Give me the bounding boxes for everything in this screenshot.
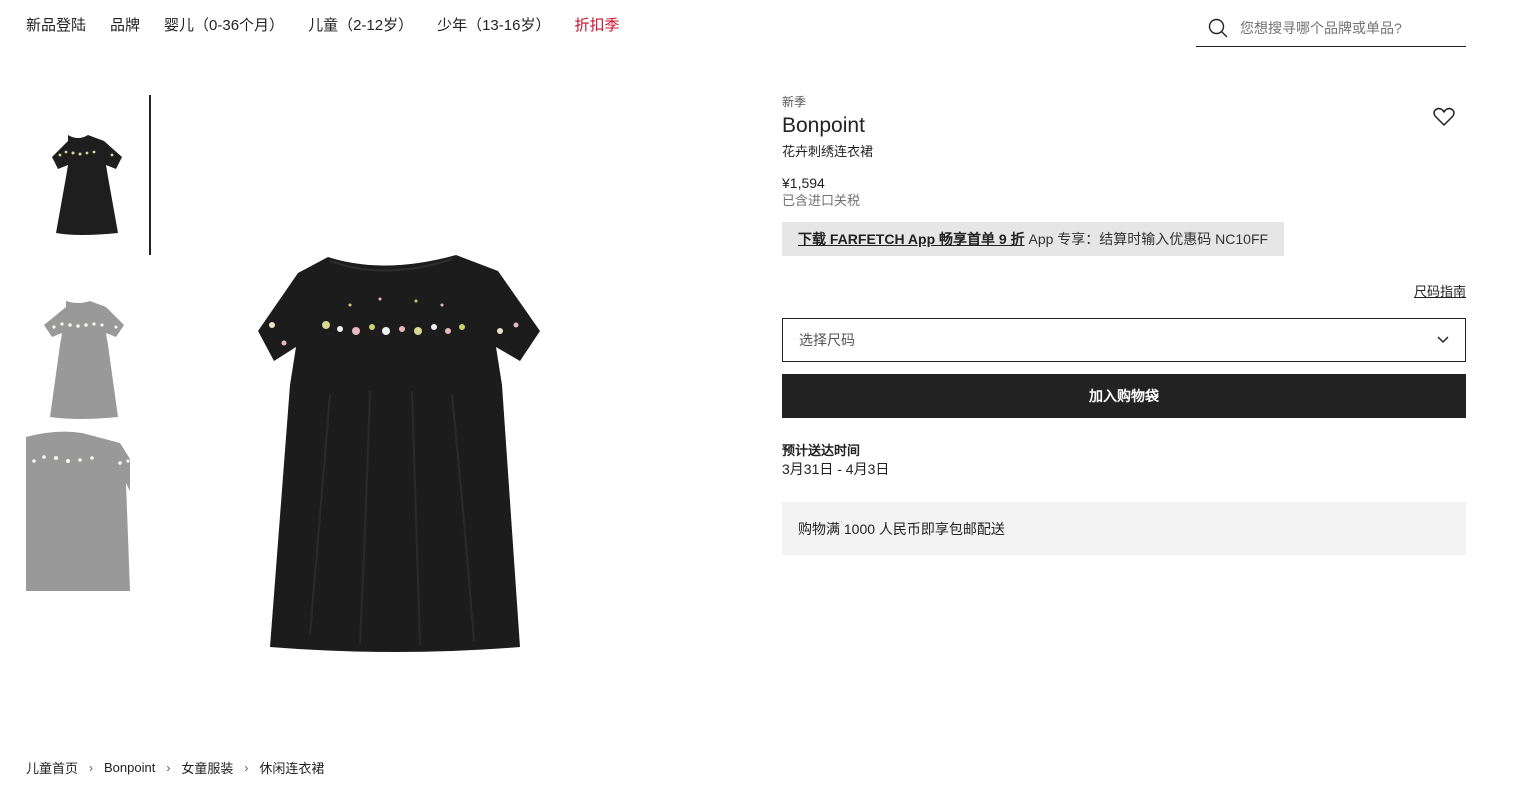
free-shipping-text: 购物满 1000 人民币即享包邮配送 [798, 520, 1005, 537]
breadcrumb-separator: › [166, 760, 171, 775]
search-bar[interactable] [1196, 10, 1466, 47]
thumbnail-front[interactable] [26, 95, 130, 255]
breadcrumb-item-kids-home[interactable]: 儿童首页 [26, 758, 78, 777]
nav-item-sale[interactable]: 折扣季 [574, 14, 619, 35]
brand-name[interactable]: Bonpoint [782, 113, 1466, 139]
nav-item-teens[interactable]: 少年（13-16岁） [437, 14, 550, 35]
nav-item-kids[interactable]: 儿童（2-12岁） [308, 14, 413, 35]
breadcrumb-item-brand[interactable]: Bonpoint [104, 760, 155, 775]
nav-item-baby[interactable]: 婴儿（0-36个月） [164, 14, 284, 35]
search-input[interactable] [1240, 20, 1450, 36]
promo-banner: 下载 FARFETCH App 畅享首单 9 折 App 专享：结算时输入优惠码… [782, 222, 1285, 256]
free-shipping-note: 购物满 1000 人民币即享包邮配送 [782, 502, 1466, 555]
breadcrumb: 儿童首页 › Bonpoint › 女童服装 › 休闲连衣裙 [26, 758, 324, 777]
size-select[interactable]: 选择尺码 [782, 318, 1466, 362]
chevron-down-icon [1437, 336, 1449, 344]
promo-text: App 专享：结算时输入优惠码 NC10FF [1024, 231, 1269, 247]
thumbnail-back[interactable] [26, 271, 130, 431]
delivery-title: 预计送达时间 [782, 443, 861, 458]
dress-detail-thumbnail-icon [26, 431, 130, 591]
search-icon[interactable] [1208, 18, 1228, 38]
breadcrumb-item-casual-dresses[interactable]: 休闲连衣裙 [259, 758, 324, 777]
delivery-date: 3月31日 - 4月3日 [782, 461, 890, 477]
heart-icon[interactable] [1432, 105, 1456, 129]
new-season-label: 新季 [782, 95, 807, 109]
size-select-label: 选择尺码 [799, 332, 855, 348]
product-description: 花卉刺绣连衣裙 [782, 144, 874, 159]
product-info: 新季 Bonpoint 花卉刺绣连衣裙 ¥1,594 已含进口关税 下载 FAR… [782, 95, 1466, 555]
breadcrumb-separator: › [89, 760, 94, 775]
dress-image-icon [258, 255, 540, 652]
dress-front-thumbnail-icon [52, 135, 122, 235]
main-product-image[interactable] [180, 95, 620, 695]
add-to-bag-button[interactable]: 加入购物袋 [782, 374, 1466, 418]
thumbnail-detail[interactable] [26, 431, 130, 591]
dress-back-thumbnail-icon [44, 301, 124, 419]
size-guide-link[interactable]: 尺码指南 [1414, 281, 1466, 300]
thumbnail-selected-indicator [149, 95, 151, 255]
nav-item-new-in[interactable]: 新品登陆 [26, 14, 86, 35]
product-page: 新品登陆 品牌 婴儿（0-36个月） 儿童（2-12岁） 少年（13-16岁） … [0, 0, 1529, 795]
top-nav: 新品登陆 品牌 婴儿（0-36个月） 儿童（2-12岁） 少年（13-16岁） … [26, 14, 643, 35]
breadcrumb-item-girls-clothing[interactable]: 女童服装 [181, 758, 233, 777]
promo-link[interactable]: 下载 FARFETCH App 畅享首单 9 折 [798, 231, 1025, 247]
tax-note: 已含进口关税 [782, 193, 861, 208]
breadcrumb-separator: › [244, 760, 249, 775]
price: ¥1,594 [782, 175, 825, 191]
nav-item-brands[interactable]: 品牌 [110, 14, 140, 35]
thumbnail-list [26, 95, 152, 591]
